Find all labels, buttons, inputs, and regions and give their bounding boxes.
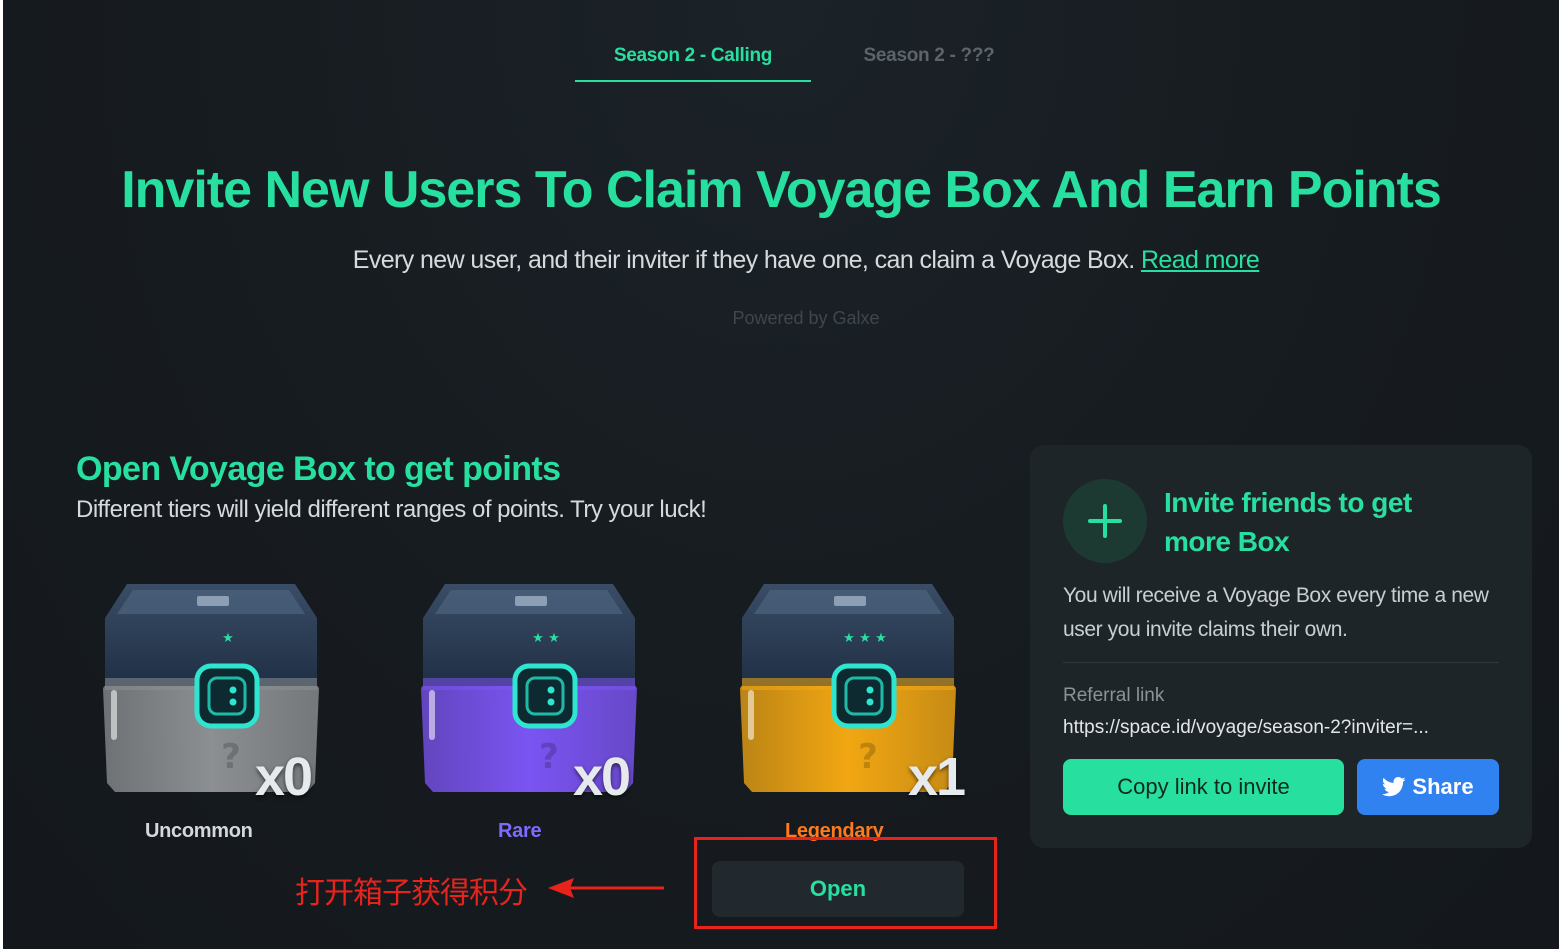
copy-link-button[interactable]: Copy link to invite xyxy=(1063,759,1344,815)
voyage-box-uncommon: ★ ? x0 Uncommon xyxy=(93,578,333,848)
annotation-arrow-icon xyxy=(548,878,664,898)
invite-card: Invite friends to get more Box You will … xyxy=(1030,445,1532,848)
voyage-box-rare: ★ ★ ? x0 Rare xyxy=(411,578,651,848)
box-count: x1 xyxy=(908,747,966,807)
app-root: Season 2 - Calling Season 2 - ??? Invite… xyxy=(3,0,1559,949)
invite-card-description: You will receive a Voyage Box every time… xyxy=(1063,584,1489,641)
boxes-section-subtitle: Different tiers will yield different ran… xyxy=(76,496,707,523)
powered-by-text: Powered by Galxe xyxy=(732,308,880,328)
box-label: Uncommon xyxy=(145,820,253,842)
tab-season-2-unknown[interactable]: Season 2 - ??? xyxy=(811,40,1047,82)
plus-icon[interactable] xyxy=(1063,479,1147,563)
season-tabs: Season 2 - Calling Season 2 - ??? xyxy=(575,40,1047,82)
svg-text:★: ★ xyxy=(222,631,234,646)
tab-season-2-calling[interactable]: Season 2 - Calling xyxy=(575,40,811,82)
box-count: x0 xyxy=(573,747,631,807)
svg-text:★: ★ xyxy=(875,631,887,646)
svg-text:★: ★ xyxy=(843,631,855,646)
share-button[interactable]: Share xyxy=(1357,759,1499,815)
voyage-box-legendary: ★ ★ ★ ? x1 Legendary xyxy=(730,578,970,848)
boxes-section-title: Open Voyage Box to get points xyxy=(76,450,561,488)
invite-card-title: Invite friends to get more Box xyxy=(1164,487,1412,557)
open-box-button[interactable]: Open xyxy=(712,861,964,917)
read-more-link[interactable]: Read more xyxy=(1141,246,1260,274)
annotation-text: 打开箱子获得积分 xyxy=(295,876,528,911)
svg-text:★: ★ xyxy=(859,631,871,646)
referral-link-label: Referral link xyxy=(1063,685,1165,706)
page-subtitle: Every new user, and their inviter if the… xyxy=(3,246,1559,275)
svg-text:★: ★ xyxy=(548,631,560,646)
page-subtitle-text: Every new user, and their inviter if the… xyxy=(352,246,1135,274)
divider xyxy=(1063,662,1499,663)
svg-text:★: ★ xyxy=(532,631,544,646)
referral-link-value[interactable]: https://space.id/voyage/season-2?inviter… xyxy=(1063,717,1493,739)
box-count: x0 xyxy=(255,747,313,807)
svg-text:?: ? xyxy=(858,737,878,777)
box-label: Rare xyxy=(498,820,542,842)
svg-text:?: ? xyxy=(539,737,559,777)
twitter-bird-icon xyxy=(1382,777,1407,797)
page-title: Invite New Users To Claim Voyage Box And… xyxy=(121,161,1442,219)
svg-text:?: ? xyxy=(221,737,241,777)
share-button-label: Share xyxy=(1412,774,1474,799)
